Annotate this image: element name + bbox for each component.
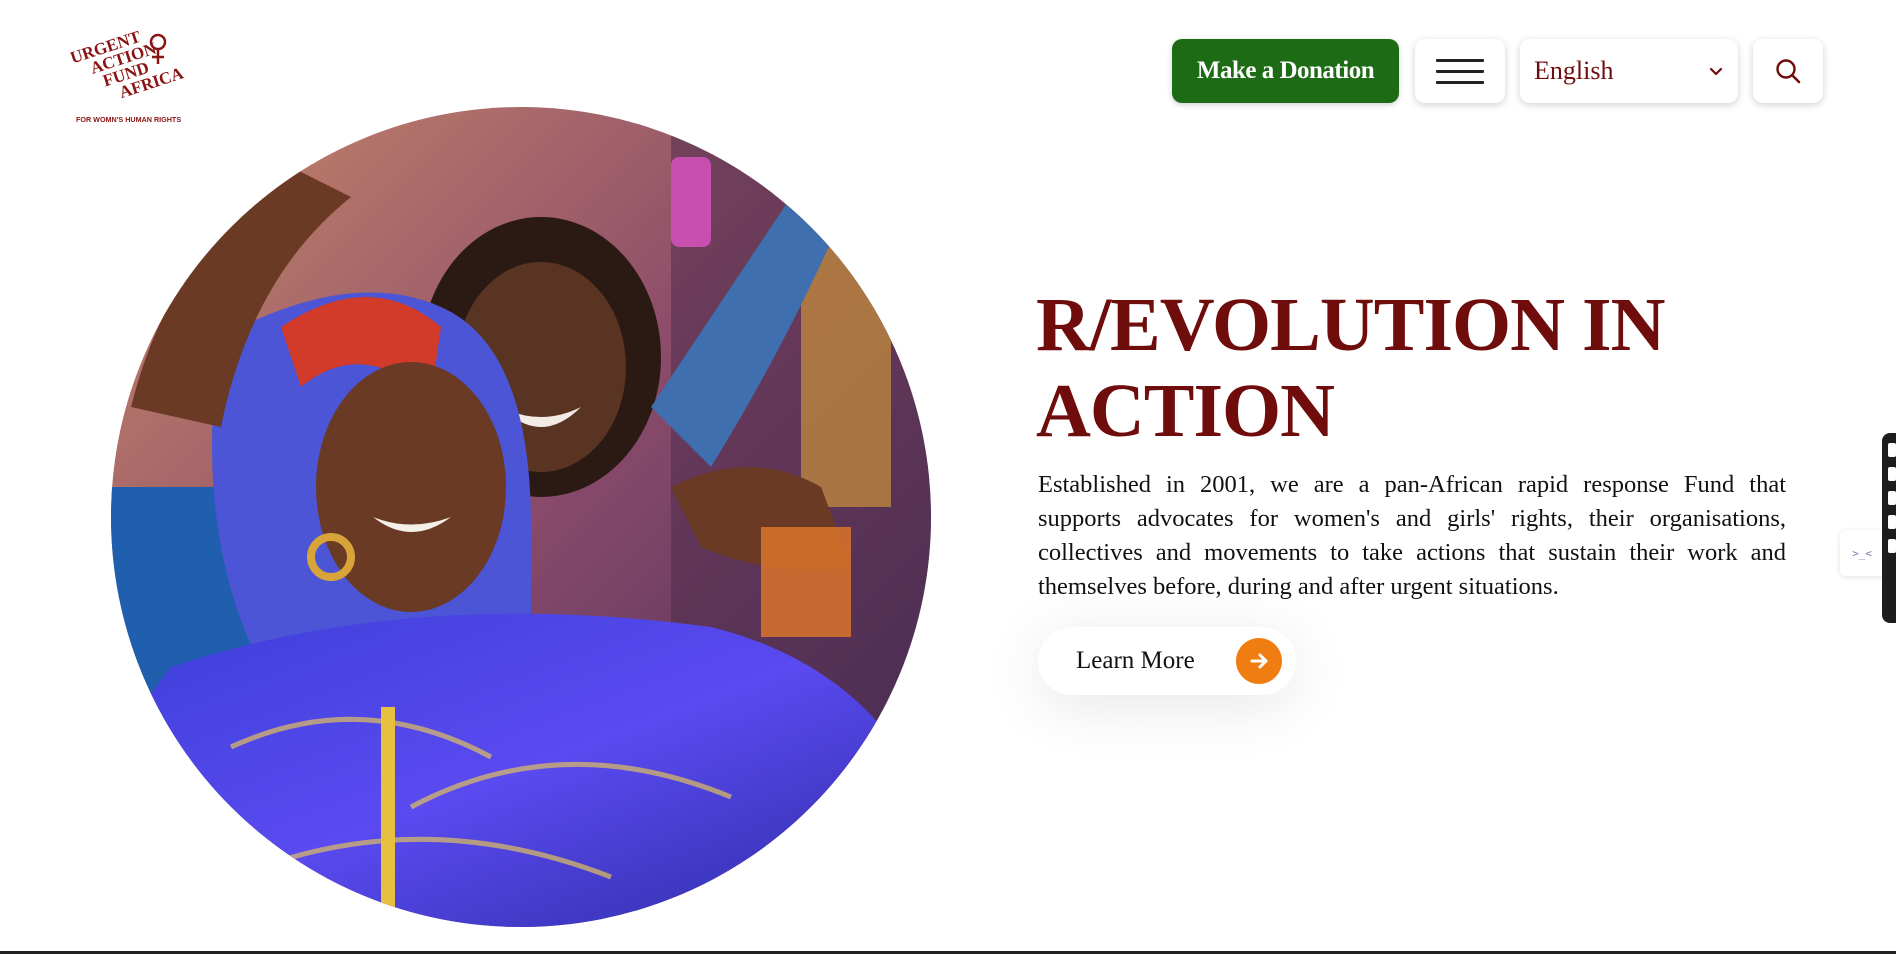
hero-description: Established in 2001, we are a pan-Africa… — [1038, 471, 1786, 600]
toolbar-icon[interactable] — [1888, 443, 1896, 457]
chevron-down-icon — [1709, 67, 1723, 76]
language-selected-value: English — [1534, 56, 1614, 85]
side-tab-label: >_< — [1852, 546, 1872, 560]
search-icon — [1776, 59, 1801, 84]
toolbar-icon[interactable] — [1888, 491, 1896, 505]
site-logo[interactable]: URGENT ACTION FUND AFRICA FOR WOMN'S HUM… — [70, 16, 200, 126]
side-toolbar[interactable] — [1882, 433, 1896, 623]
toolbar-icon[interactable] — [1888, 467, 1896, 481]
toolbar-icon[interactable] — [1888, 539, 1896, 553]
toolbar-icon[interactable] — [1888, 515, 1896, 529]
hero-title: R/EVOLUTION IN ACTION — [1036, 283, 1665, 453]
donate-button[interactable]: Make a Donation — [1172, 39, 1399, 103]
search-button[interactable] — [1753, 39, 1823, 103]
language-select[interactable]: English — [1520, 39, 1738, 103]
learn-more-button[interactable]: Learn More — [1038, 627, 1296, 695]
hamburger-menu-icon — [1436, 51, 1484, 92]
side-feedback-tab[interactable]: >_< — [1840, 530, 1884, 576]
learn-more-label: Learn More — [1076, 647, 1195, 674]
menu-button[interactable] — [1415, 39, 1505, 103]
arrow-right-icon — [1236, 638, 1282, 684]
hero-photo — [111, 107, 931, 927]
logo-tagline: FOR WOMN'S HUMAN RIGHTS — [76, 115, 181, 124]
